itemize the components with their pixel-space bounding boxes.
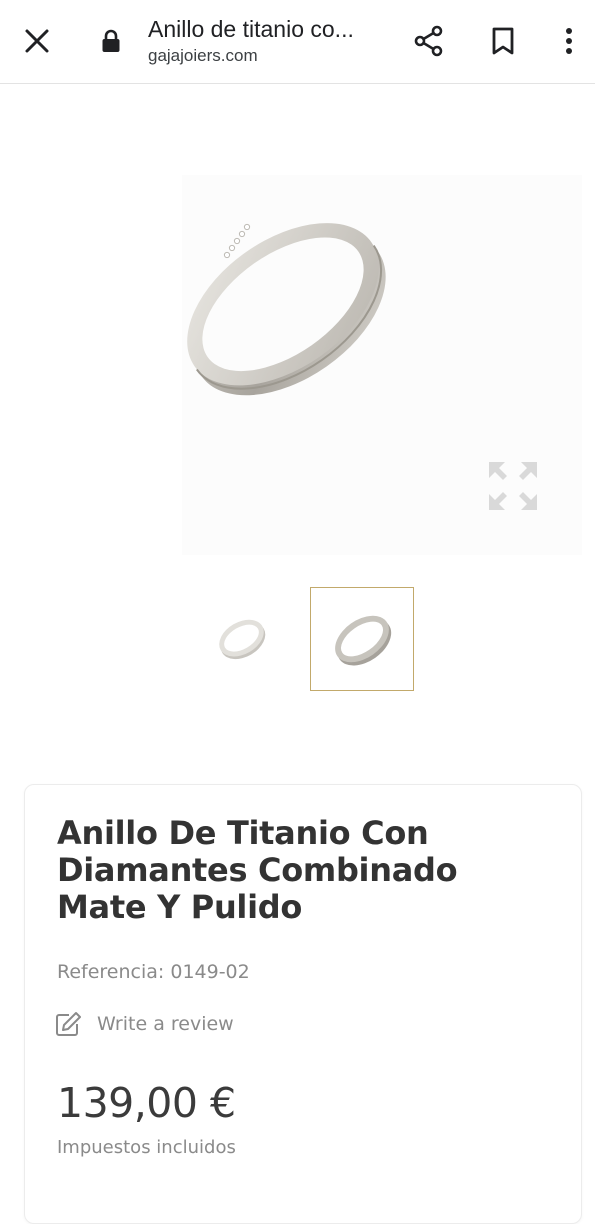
product-price: 139,00 €	[57, 1079, 236, 1127]
edit-icon	[56, 1012, 81, 1036]
page-domain: gajajoiers.com	[148, 46, 258, 65]
close-button[interactable]	[16, 20, 58, 62]
thumbnail-2-selected[interactable]	[310, 587, 414, 691]
write-review-label: Write a review	[97, 1013, 234, 1035]
more-options-button[interactable]	[548, 20, 590, 62]
ring-thumbnail-image	[335, 615, 392, 666]
thumbnail-1[interactable]	[190, 587, 294, 691]
bookmark-button[interactable]	[482, 20, 524, 62]
share-button[interactable]	[408, 20, 450, 62]
url-area[interactable]: Anillo de titanio co... gajajoiers.com	[148, 14, 388, 72]
browser-toolbar: Anillo de titanio co... gajajoiers.com	[0, 0, 595, 84]
product-info-card: Anillo De Titanio Con Diamantes Combinad…	[24, 784, 582, 1224]
write-review-link[interactable]: Write a review	[55, 1011, 234, 1037]
ring-thumbnail-image	[219, 619, 266, 660]
share-icon	[414, 25, 443, 57]
more-vert-icon	[566, 28, 572, 54]
expand-image-button[interactable]	[482, 455, 544, 517]
product-title: Anillo De Titanio Con Diamantes Combinad…	[57, 814, 458, 926]
lock-icon	[98, 26, 124, 56]
product-reference: Referencia: 0149-02	[57, 961, 250, 983]
tax-note: Impuestos incluidos	[57, 1137, 236, 1158]
close-icon	[25, 29, 49, 53]
page-title: Anillo de titanio co...	[148, 16, 354, 42]
expand-icon	[489, 462, 537, 510]
bookmark-icon	[492, 27, 514, 55]
product-gallery	[0, 85, 595, 745]
